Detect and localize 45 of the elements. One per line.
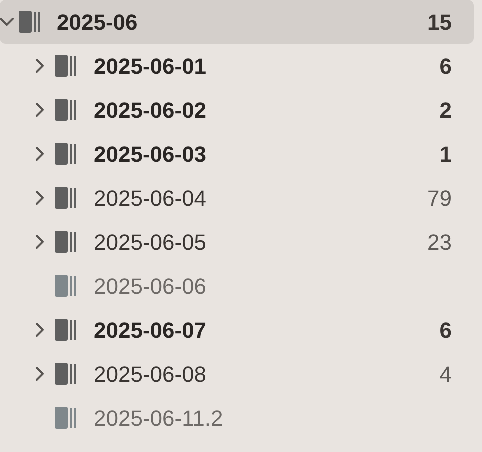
- expand-chevron-icon[interactable]: [33, 366, 47, 382]
- item-count: 2: [440, 96, 452, 124]
- tree-row[interactable]: 2025-06-11.2: [0, 396, 482, 440]
- group-name: 2025-06: [57, 8, 139, 36]
- folder-icon: [55, 187, 77, 209]
- tree-row[interactable]: 2025-06-03 1: [0, 132, 482, 176]
- tree-row[interactable]: 2025-06-02 2: [0, 88, 482, 132]
- item-count: 6: [440, 52, 452, 80]
- item-count: 1: [440, 140, 452, 168]
- group-name: 2025-06-06: [94, 272, 208, 300]
- tree-row[interactable]: 2025-06-05 23: [0, 220, 482, 264]
- folder-icon: [55, 363, 77, 385]
- expand-chevron-icon[interactable]: [33, 102, 47, 118]
- tree-row[interactable]: 2025-06-08 4: [0, 352, 482, 396]
- folder-icon: [55, 143, 77, 165]
- item-count: 6: [440, 316, 452, 344]
- group-name: 2025-06-11.2: [94, 404, 224, 432]
- group-name: 2025-06-07: [94, 316, 208, 344]
- item-count: 79: [428, 184, 452, 212]
- item-count: 4: [440, 360, 452, 388]
- item-count: 23: [428, 228, 452, 256]
- item-count: 15: [428, 8, 452, 36]
- group-name: 2025-06-05: [94, 228, 208, 256]
- folder-icon: [55, 407, 77, 429]
- tree-row[interactable]: 2025-06 15: [0, 0, 474, 44]
- group-name: 2025-06-04: [94, 184, 208, 212]
- folder-icon: [19, 11, 41, 33]
- tree-row[interactable]: 2025-06-01 6: [0, 44, 482, 88]
- expand-chevron-icon[interactable]: [33, 234, 47, 250]
- expand-chevron-icon[interactable]: [33, 146, 47, 162]
- folder-icon: [55, 99, 77, 121]
- group-name: 2025-06-08: [94, 360, 208, 388]
- group-name: 2025-06-01: [94, 52, 208, 80]
- tree-row[interactable]: 2025-06-06: [0, 264, 482, 308]
- expand-chevron-icon[interactable]: [33, 58, 47, 74]
- folder-icon: [55, 319, 77, 341]
- expand-chevron-icon[interactable]: [33, 190, 47, 206]
- group-name: 2025-06-02: [94, 96, 208, 124]
- folder-icon: [55, 55, 77, 77]
- tree-row[interactable]: 2025-06-07 6: [0, 308, 482, 352]
- tree-row[interactable]: 2025-06-04 79: [0, 176, 482, 220]
- folder-icon: [55, 275, 77, 297]
- expand-chevron-icon[interactable]: [33, 322, 47, 338]
- folder-icon: [55, 231, 77, 253]
- group-name: 2025-06-03: [94, 140, 208, 168]
